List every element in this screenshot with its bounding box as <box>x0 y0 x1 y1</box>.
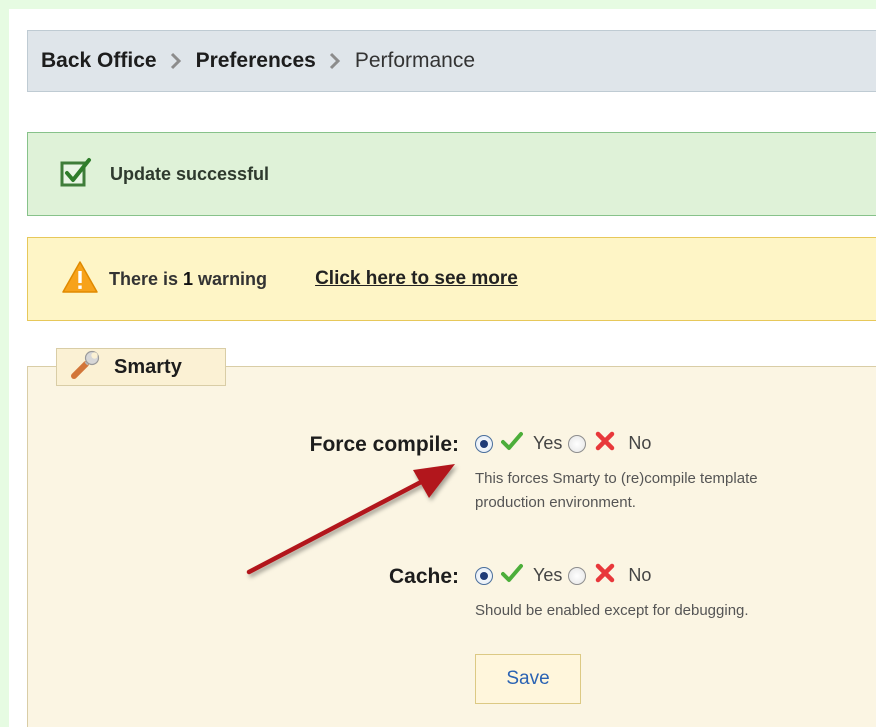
page: Back Office Preferences Performance Upda… <box>9 9 876 727</box>
annotation-arrow <box>246 464 455 575</box>
